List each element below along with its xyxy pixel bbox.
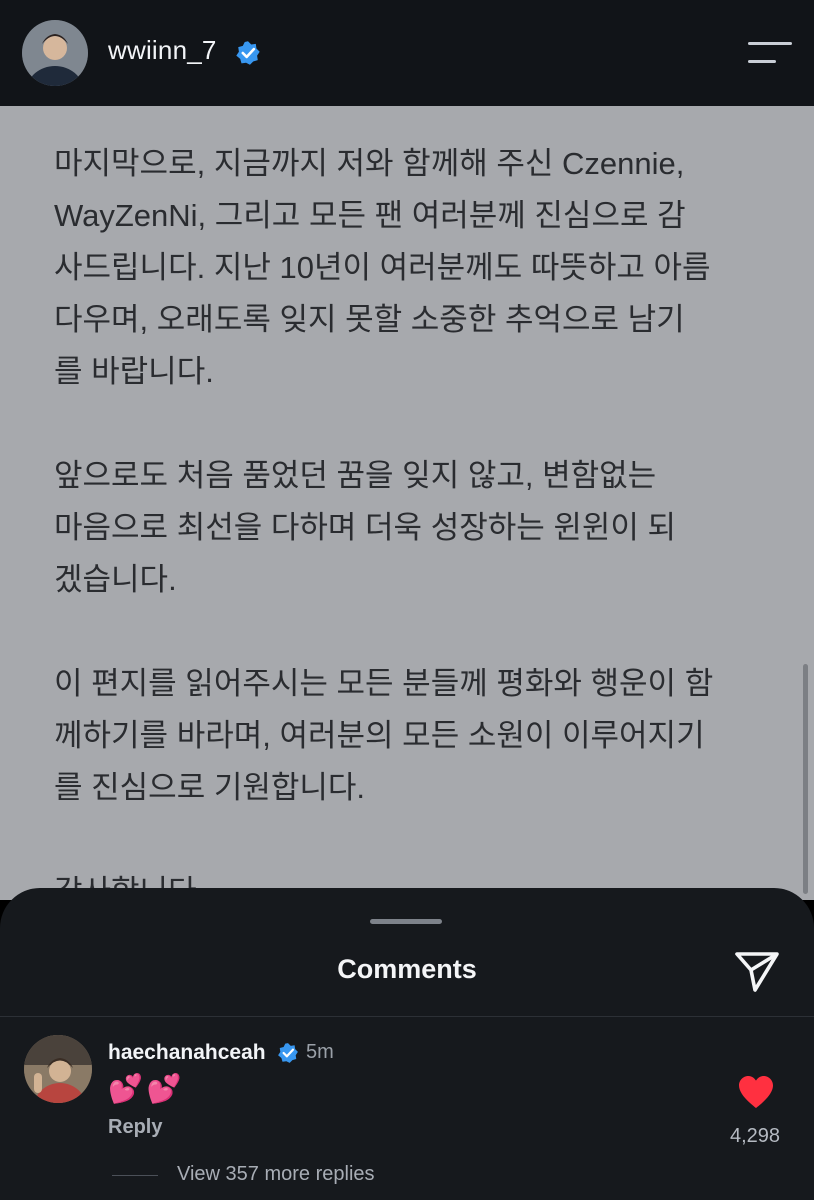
- replies-divider: [112, 1175, 158, 1176]
- commenter-username[interactable]: haechanahceah: [108, 1041, 266, 1065]
- like-count: 4,298: [729, 1125, 781, 1147]
- text-line: 마음으로 최선을 다하며 더욱 성장하는 윈윈이 되: [54, 510, 677, 545]
- text-line: 를 진심으로 기원합니다.: [54, 770, 366, 805]
- text-line: 께하기를 바라며, 여러분의 모든 소원이 이루어지기: [54, 718, 705, 753]
- profile-header: wwiinn_7: [0, 0, 814, 106]
- text-line: WayZenNi, 그리고 모든 팬 여러분께 진심으로 감: [54, 198, 686, 233]
- text-line: 마지막으로, 지금까지 저와 함께해 주신 Czennie,: [54, 146, 685, 181]
- text-line: 를 바랍니다.: [54, 354, 214, 389]
- text-line: 앞으로도 처음 품었던 꿈을 잊지 않고, 변함없는: [54, 458, 657, 493]
- sheet-title: Comments: [337, 954, 477, 984]
- paragraph-1: 마지막으로, 지금까지 저와 함께해 주신 Czennie, WayZenNi,…: [54, 138, 774, 398]
- post-text: 마지막으로, 지금까지 저와 함께해 주신 Czennie, WayZenNi,…: [0, 106, 814, 900]
- avatar[interactable]: [22, 20, 88, 86]
- paragraph-3: 이 편지를 읽어주시는 모든 분들께 평화와 행운이 함 께하기를 바라며, 여…: [54, 658, 774, 814]
- paragraph-2: 앞으로도 처음 품었던 꿈을 잊지 않고, 변함없는 마음으로 최선을 다하며 …: [54, 450, 774, 606]
- comment-text: 💕💕: [108, 1073, 186, 1104]
- text-line: 다우며, 오래도록 잊지 못할 소중한 추억으로 남기: [54, 302, 685, 337]
- scrollbar[interactable]: [803, 664, 808, 894]
- divider: [0, 1016, 814, 1017]
- text-line: 이 편지를 읽어주시는 모든 분들께 평화와 행운이 함: [54, 666, 714, 701]
- drag-handle[interactable]: [370, 919, 442, 924]
- reply-button[interactable]: Reply: [108, 1116, 162, 1139]
- text-line: 겠습니다.: [54, 562, 177, 597]
- commenter-avatar[interactable]: [24, 1035, 92, 1103]
- username[interactable]: wwiinn_7: [108, 35, 217, 66]
- verified-badge-icon: [236, 41, 260, 65]
- comment-timestamp: 5m: [306, 1041, 334, 1063]
- text-line: 사드립니다. 지난 10년이 여러분께도 따뜻하고 아름: [54, 250, 711, 285]
- view-replies-button[interactable]: View 357 more replies: [177, 1163, 375, 1186]
- menu-icon[interactable]: [744, 40, 792, 70]
- verified-badge-icon: [278, 1043, 298, 1063]
- send-icon[interactable]: [733, 946, 781, 994]
- heart-icon[interactable]: [737, 1075, 775, 1109]
